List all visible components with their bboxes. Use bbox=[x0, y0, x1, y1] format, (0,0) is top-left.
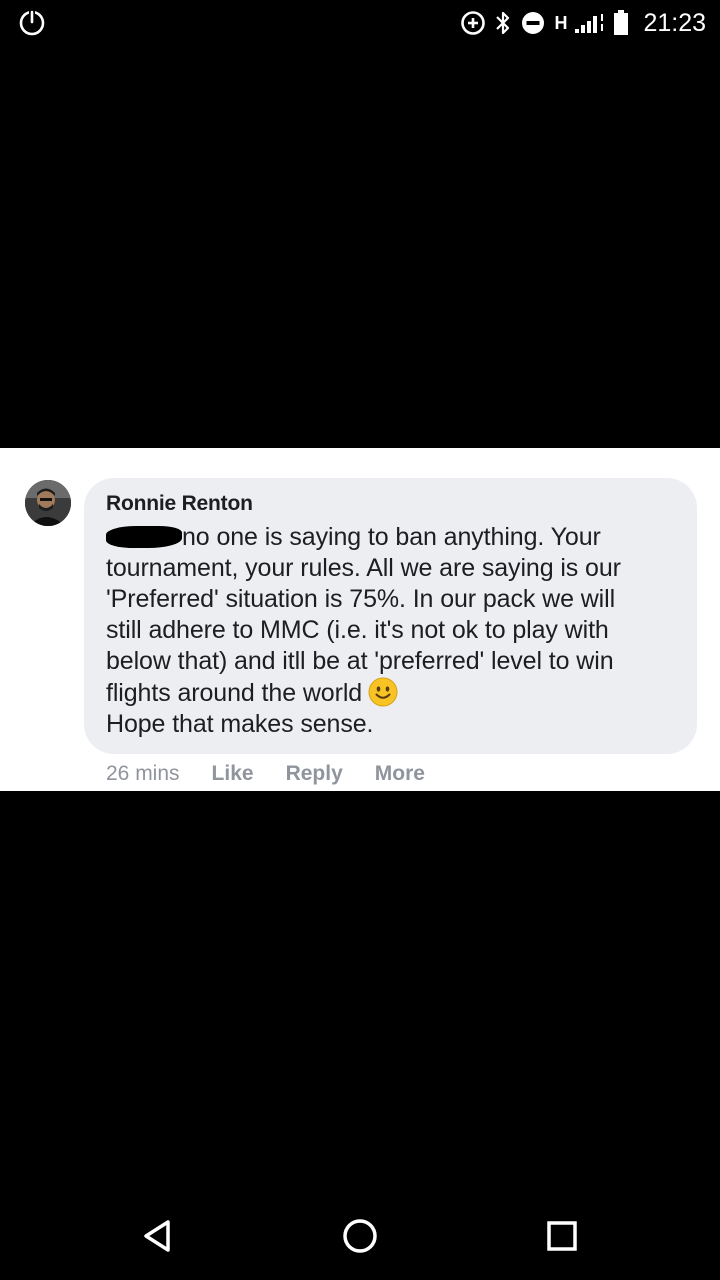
comment-timestamp[interactable]: 26 mins bbox=[106, 762, 180, 786]
back-icon[interactable] bbox=[136, 1214, 180, 1258]
comment-line: tournament, your rules. All we are sayin… bbox=[106, 554, 621, 582]
status-icons: H 21:23 bbox=[460, 6, 706, 40]
comment-line: 'Preferred' situation is 75%. In our pac… bbox=[106, 585, 616, 613]
recents-icon[interactable] bbox=[540, 1214, 584, 1258]
network-type-label: H bbox=[554, 12, 568, 33]
status-bar: H 21:23 bbox=[0, 0, 720, 46]
do-not-disturb-icon bbox=[520, 10, 546, 36]
bluetooth-icon bbox=[494, 10, 512, 36]
clock: 21:23 bbox=[643, 8, 706, 37]
comment-line: still adhere to MMC (i.e. it's not ok to… bbox=[106, 616, 609, 644]
home-icon[interactable] bbox=[338, 1214, 382, 1258]
more-button[interactable]: More bbox=[375, 762, 425, 786]
battery-icon bbox=[613, 10, 629, 36]
comment-line: flights around the world bbox=[106, 677, 677, 709]
comment-actions: 26 mins Like Reply More bbox=[106, 762, 457, 786]
data-saver-icon bbox=[460, 10, 486, 36]
reply-button[interactable]: Reply bbox=[286, 762, 343, 786]
comment-line: Hope that makes sense. bbox=[106, 710, 374, 738]
comment-text: no one is saying to ban anything. Your t… bbox=[106, 522, 677, 740]
power-icon bbox=[18, 9, 46, 37]
navigation-bar bbox=[0, 1196, 720, 1280]
comment-author[interactable]: Ronnie Renton bbox=[106, 492, 677, 516]
signal-icon bbox=[575, 11, 605, 35]
comment-line: no one is saying to ban anything. Your bbox=[106, 522, 677, 553]
comment-card: Ronnie Renton no one is saying to ban an… bbox=[0, 448, 720, 791]
like-button[interactable]: Like bbox=[212, 762, 254, 786]
smiley-emoji-icon bbox=[368, 677, 398, 707]
comment-bubble: Ronnie Renton no one is saying to ban an… bbox=[84, 478, 697, 754]
avatar[interactable] bbox=[25, 480, 71, 526]
redaction-mark bbox=[106, 526, 182, 548]
comment-line: below that) and itll be at 'preferred' l… bbox=[106, 647, 614, 675]
